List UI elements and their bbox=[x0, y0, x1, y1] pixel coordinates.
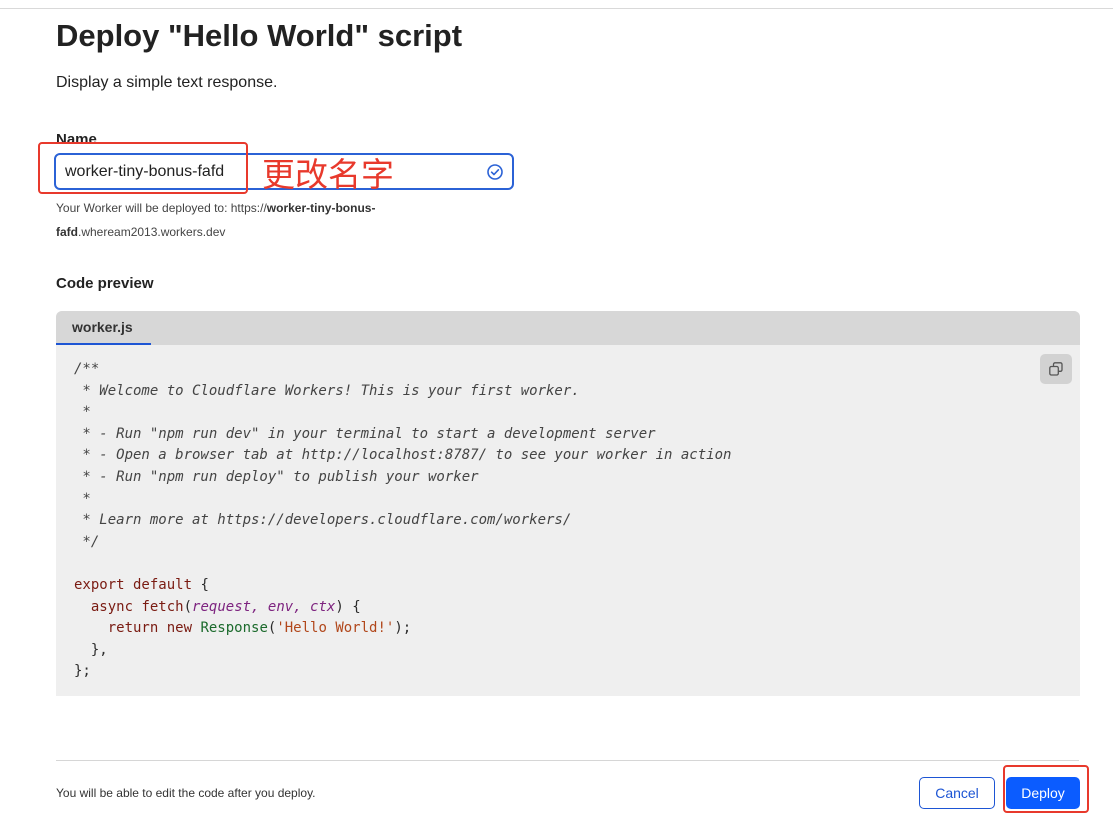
deploy-url-hint: Your Worker will be deployed to: https:/… bbox=[56, 196, 426, 244]
code-token: */ bbox=[74, 533, 100, 550]
code-token: * bbox=[74, 404, 91, 421]
code-token: }, bbox=[74, 641, 108, 658]
code-token: ) { bbox=[335, 598, 361, 615]
code-token: * - Open a browser tab at http://localho… bbox=[74, 447, 732, 464]
code-token: 'Hello World!' bbox=[276, 620, 395, 637]
code-line: * Learn more at https://developers.cloud… bbox=[74, 510, 731, 532]
code-token: * - Run "npm run dev" in your terminal t… bbox=[74, 425, 656, 442]
code-token: * bbox=[74, 490, 91, 507]
code-line: }, bbox=[74, 640, 731, 662]
code-line: */ bbox=[74, 532, 731, 554]
code-line: * Welcome to Cloudflare Workers! This is… bbox=[74, 381, 731, 403]
code-line: async fetch(request, env, ctx) { bbox=[74, 597, 731, 619]
annotation-text: 更改名字 bbox=[262, 155, 394, 194]
code-block: /** * Welcome to Cloudflare Workers! Thi… bbox=[74, 359, 731, 683]
code-line: export default { bbox=[74, 575, 731, 597]
code-line: * bbox=[74, 489, 731, 511]
code-line: return new Response('Hello World!'); bbox=[74, 618, 731, 640]
code-line: * - Open a browser tab at http://localho… bbox=[74, 445, 731, 467]
code-token: * - Run "npm run deploy" to publish your… bbox=[74, 468, 479, 485]
code-token: async bbox=[90, 598, 134, 615]
check-circle-icon bbox=[486, 163, 504, 181]
code-token: request, env, ctx bbox=[192, 598, 336, 615]
deploy-url-suffix: .whe­ream2013.workers.dev bbox=[78, 225, 226, 239]
code-token: export default bbox=[74, 576, 193, 593]
code-token: ( bbox=[183, 598, 193, 615]
name-label: Name bbox=[56, 131, 97, 148]
copy-icon bbox=[1049, 362, 1063, 376]
deploy-button[interactable]: Deploy bbox=[1006, 777, 1080, 809]
code-line: }; bbox=[74, 661, 731, 683]
page-title: Deploy "Hello World" script bbox=[56, 18, 463, 53]
code-panel: worker.js /** * Welcome to Cloudflare Wo… bbox=[56, 311, 1080, 696]
top-divider bbox=[0, 8, 1113, 9]
footer-note: You will be able to edit the code after … bbox=[56, 786, 316, 800]
code-token: * Welcome to Cloudflare Workers! This is… bbox=[74, 382, 580, 399]
code-line: * - Run "npm run dev" in your terminal t… bbox=[74, 424, 731, 446]
code-token: * Learn more at https://developers.cloud… bbox=[74, 512, 572, 529]
code-token: Response bbox=[200, 620, 268, 637]
code-preview-label: Code preview bbox=[56, 275, 154, 292]
tab-worker-js[interactable]: worker.js bbox=[56, 311, 151, 345]
code-tab-bar: worker.js bbox=[56, 311, 1080, 345]
code-token: ); bbox=[394, 620, 412, 637]
code-line: * bbox=[74, 402, 731, 424]
cancel-button[interactable]: Cancel bbox=[919, 777, 995, 809]
code-line: /** bbox=[74, 359, 731, 381]
deploy-url-prefix: Your Worker will be deployed to: https:/… bbox=[56, 201, 267, 215]
code-token: }; bbox=[74, 663, 91, 680]
code-token: return new bbox=[107, 620, 193, 637]
code-line: * - Run "npm run deploy" to publish your… bbox=[74, 467, 731, 489]
footer-divider bbox=[56, 760, 1079, 761]
copy-button[interactable] bbox=[1040, 354, 1072, 384]
code-token: /** bbox=[74, 361, 100, 377]
code-token: { bbox=[192, 576, 209, 593]
page-subtitle: Display a simple text response. bbox=[56, 74, 278, 91]
code-token: fetch bbox=[141, 598, 184, 615]
